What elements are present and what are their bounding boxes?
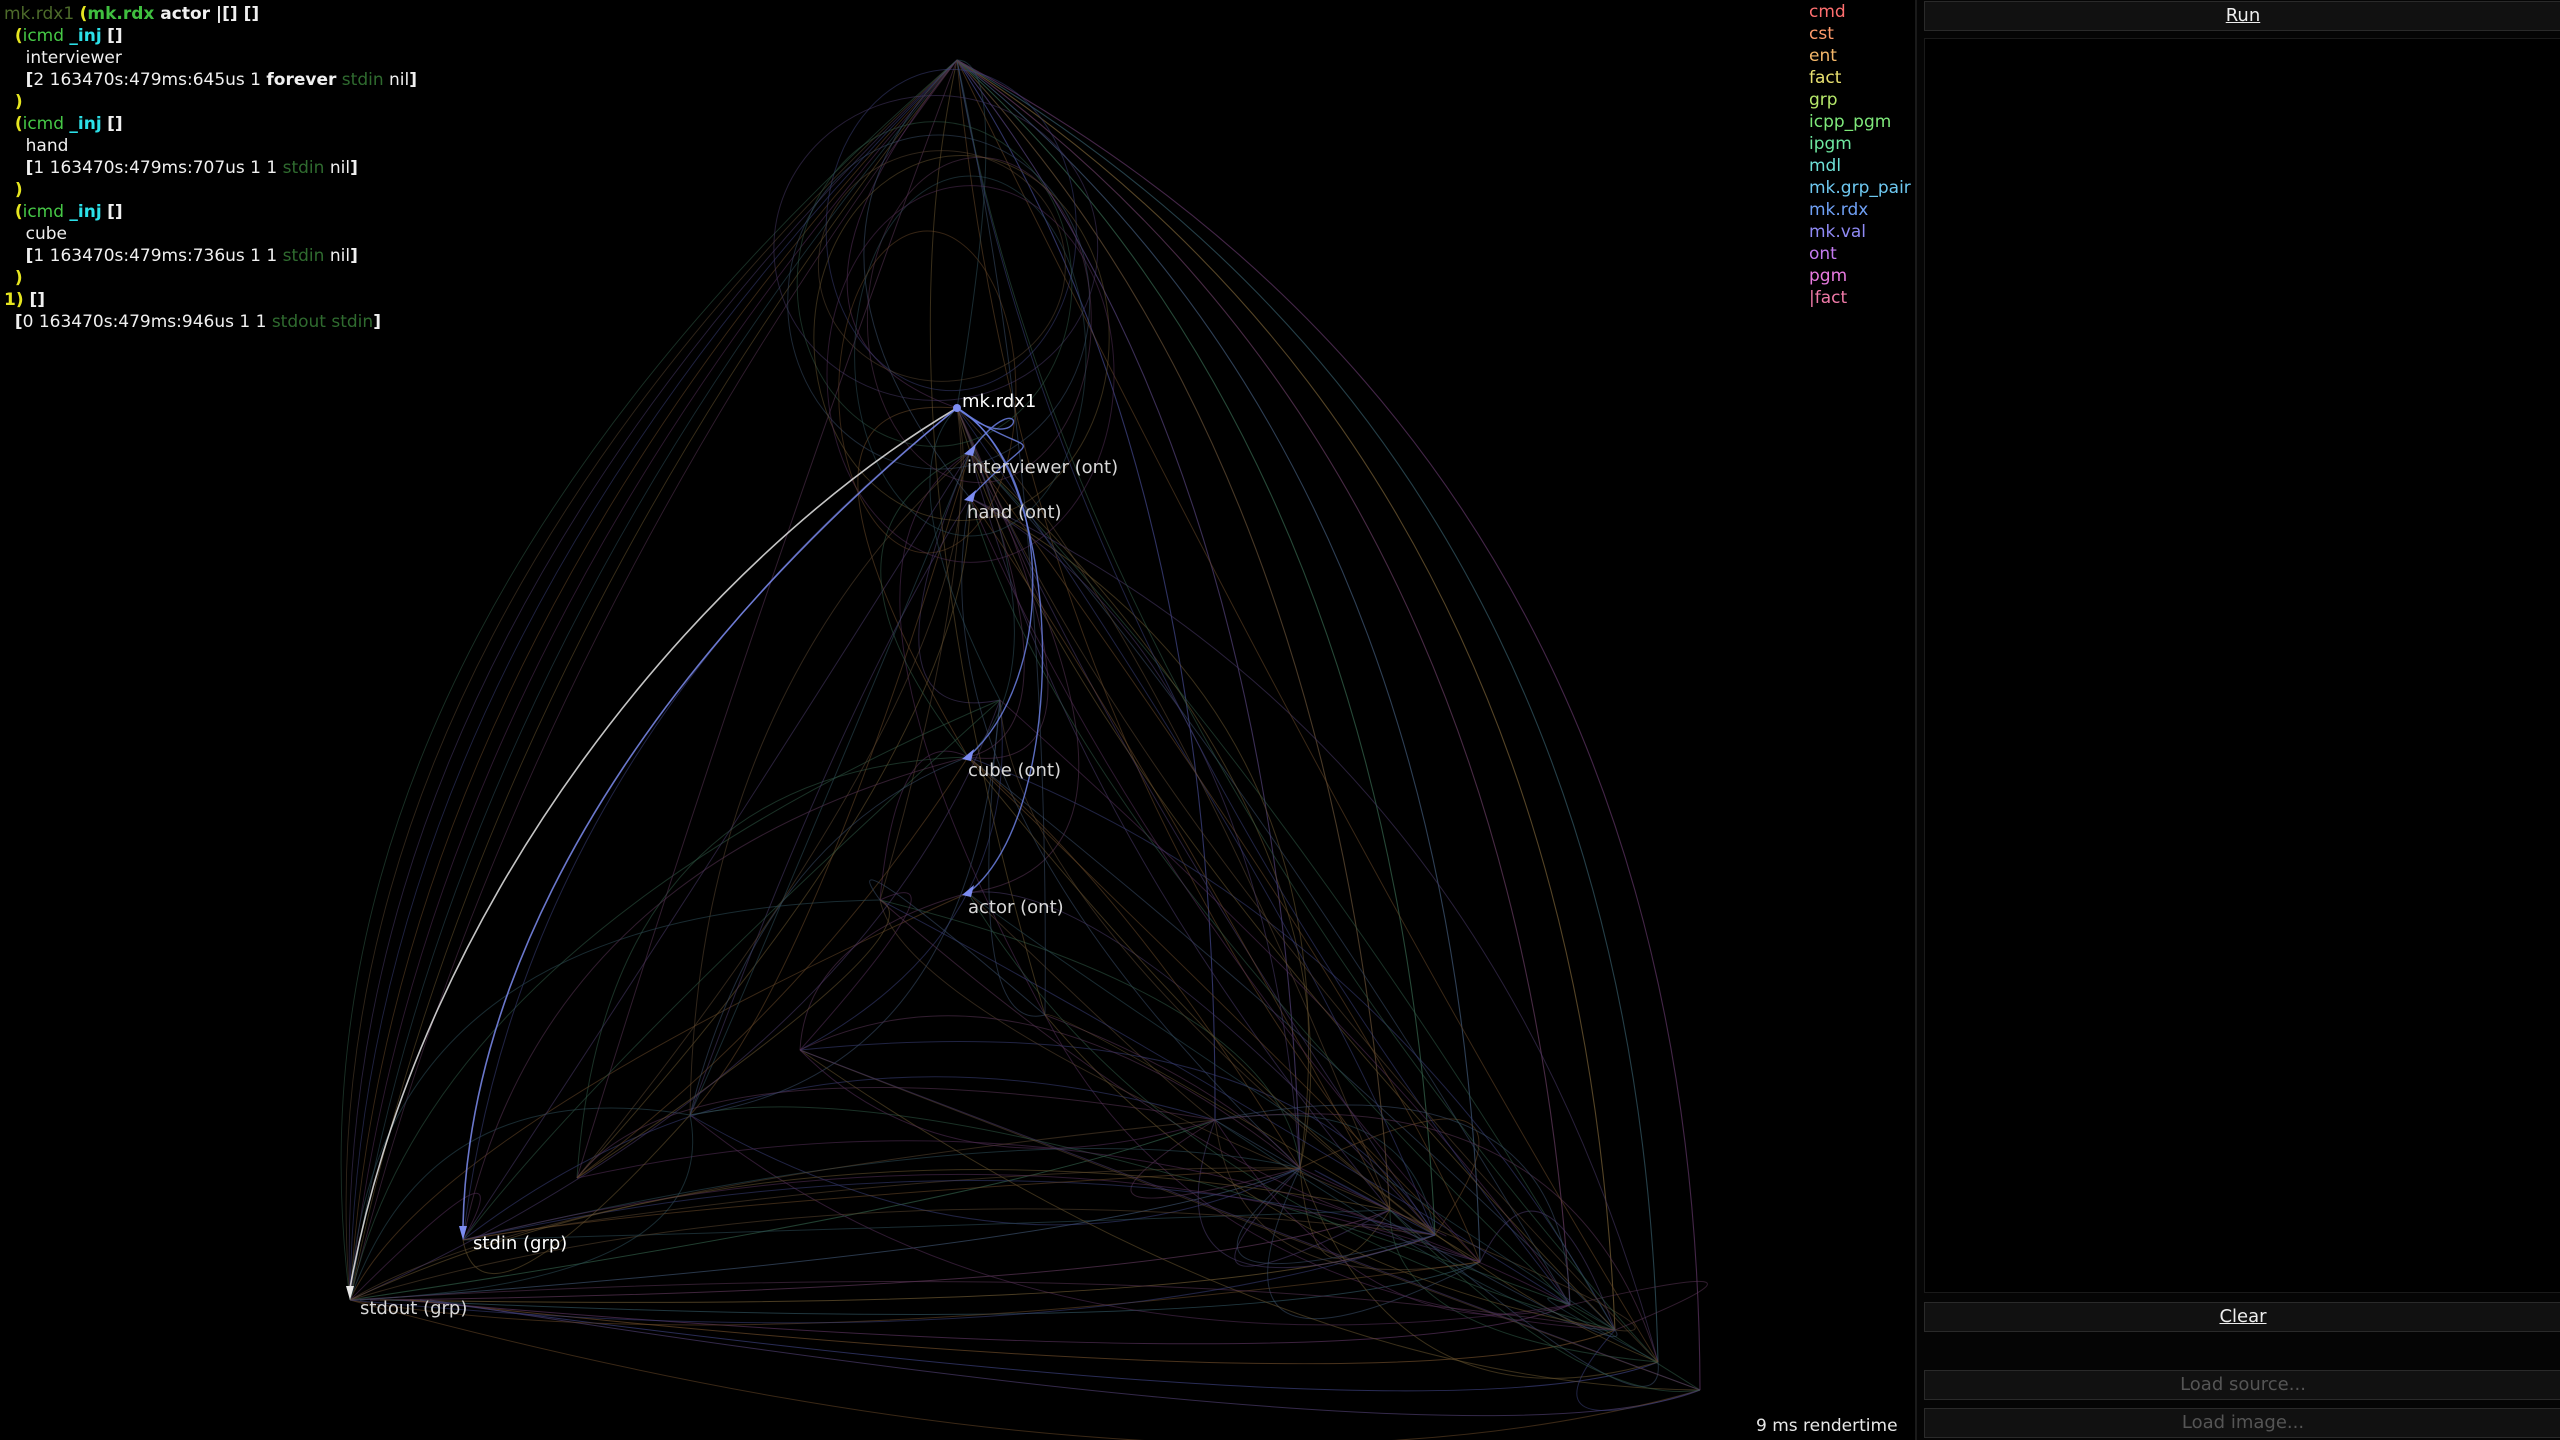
graph-edge <box>340 59 958 1301</box>
output-area[interactable] <box>1924 38 2560 1293</box>
node-hand[interactable]: hand (ont) <box>967 502 1062 523</box>
legend-item[interactable]: ont <box>1809 243 1911 265</box>
graph-edge <box>1044 1014 1301 1169</box>
graph-edge <box>462 451 971 1241</box>
run-button-label: Run <box>2225 5 2261 26</box>
graph-edge <box>1389 1209 1701 1393</box>
graph-edge <box>899 451 1046 1016</box>
legend-item[interactable]: mk.rdx <box>1809 199 1911 221</box>
graph-edge <box>956 59 1616 1331</box>
legend-item[interactable]: |fact <box>1809 287 1911 309</box>
load-source-button[interactable]: Load source... <box>1924 1370 2560 1400</box>
side-panel: Run Clear Load source... Load image... <box>1915 0 2560 1440</box>
graph-edge <box>349 59 958 1301</box>
graph-edge <box>956 59 1301 1169</box>
node-interviewer[interactable]: interviewer (ont) <box>967 457 1118 478</box>
graph-edge <box>988 699 1046 1017</box>
graph-edge <box>349 59 958 1301</box>
legend-item[interactable]: ent <box>1809 45 1911 67</box>
node-marker-mk-rdx1 <box>953 404 961 412</box>
legend-item[interactable]: grp <box>1809 89 1911 111</box>
graph-edge <box>349 59 958 1301</box>
legend-item[interactable]: pgm <box>1809 265 1911 287</box>
graph-edge <box>969 451 1391 1211</box>
graph-edge <box>389 1261 1481 1315</box>
code-tail-2: [0 163470s:479ms:946us 1 1 stdout stdin] <box>14 312 381 332</box>
node-stdout[interactable]: stdout (grp) <box>360 1298 467 1319</box>
graph-edge <box>576 899 890 1179</box>
clear-button-label: Clear <box>2219 1306 2267 1327</box>
graph-edge <box>956 59 1481 1263</box>
render-time: 9 ms rendertime <box>1756 1416 1898 1436</box>
load-image-button[interactable]: Load image... <box>1924 1408 2560 1438</box>
code-tail-1: 1) [] <box>4 290 46 310</box>
code-output: mk.rdx1 (mk.rdx actor |[] [] (icmd _inj … <box>4 3 417 333</box>
graph-edge <box>409 1299 1616 1365</box>
node-mk-rdx1[interactable]: mk.rdx1 <box>962 391 1036 412</box>
node-stdin[interactable]: stdin (grp) <box>473 1233 567 1254</box>
legend-item[interactable]: cmd <box>1809 1 1911 23</box>
node-markers <box>346 404 976 1300</box>
legend-item[interactable]: mk.val <box>1809 221 1911 243</box>
graph-edge <box>349 59 958 1301</box>
graph-edge <box>1214 1113 1659 1363</box>
legend-item[interactable]: icpp_pgm <box>1809 111 1911 133</box>
edge-mk-rdx1-stdout <box>349 407 958 1289</box>
legend-item[interactable]: ipgm <box>1809 133 1911 155</box>
graph-edge <box>799 892 912 1051</box>
graph-edge <box>576 407 964 1179</box>
graph-edge <box>462 699 1001 1241</box>
graph-edge <box>576 1086 1216 1179</box>
code-blocks: (icmd _inj [] interviewer [2 163470s:479… <box>4 26 417 288</box>
code-block: (icmd _inj [] cube [1 163470s:479ms:736u… <box>14 202 358 288</box>
graph-edge <box>349 892 969 1301</box>
graph-edge <box>956 59 1436 1236</box>
graph-edge <box>429 1299 1701 1417</box>
graph-edge <box>879 899 1301 1169</box>
legend-item[interactable]: mdl <box>1809 155 1911 177</box>
graph-edge <box>462 1076 1216 1241</box>
graph-edge <box>799 1049 1701 1391</box>
graph-edge <box>956 59 1436 1236</box>
graph-edge <box>349 1114 694 1301</box>
graph-edge <box>956 59 1391 1211</box>
node-cube[interactable]: cube (ont) <box>968 760 1061 781</box>
graph-edge <box>857 406 969 758</box>
legend-item[interactable]: fact <box>1809 67 1911 89</box>
graph-edge <box>689 497 971 1116</box>
graph-edge <box>967 756 1616 1331</box>
code-line-1: mk.rdx1 (mk.rdx actor |[] [] <box>4 4 260 24</box>
code-block: (icmd _inj [] hand [1 163470s:479ms:707u… <box>14 114 358 200</box>
graph-edge <box>462 756 969 1241</box>
graph-edge <box>576 756 969 1179</box>
graph-edge <box>349 59 958 1301</box>
graph-edge <box>967 756 1616 1331</box>
graph-edge <box>349 1208 1436 1301</box>
graph-edge <box>799 1049 1216 1149</box>
graph-edge <box>799 1049 1701 1391</box>
legend-item[interactable]: cst <box>1809 23 1911 45</box>
graph-edge <box>349 1261 1481 1326</box>
clear-button[interactable]: Clear <box>1924 1302 2560 1332</box>
graph-edge <box>576 756 969 1179</box>
graph-edge <box>969 451 1481 1263</box>
graph-edge <box>969 497 1301 1169</box>
graph-edge <box>349 59 958 1301</box>
graph-edge <box>956 59 987 409</box>
code-block: (icmd _inj [] interviewer [2 163470s:479… <box>14 26 418 112</box>
graph-edge <box>879 899 1571 1306</box>
node-marker-interviewer <box>964 444 976 456</box>
node-actor[interactable]: actor (ont) <box>968 897 1064 918</box>
run-button[interactable]: Run <box>1924 1 2560 31</box>
graph-edge <box>969 497 1310 1169</box>
legend-item[interactable]: mk.grp_pair <box>1809 177 1911 199</box>
graph-edge <box>799 1049 1701 1391</box>
class-legend: cmd cst ent fact grp icpp_pgm ipgm mdl mk.grp_pa… <box>1809 1 1911 309</box>
